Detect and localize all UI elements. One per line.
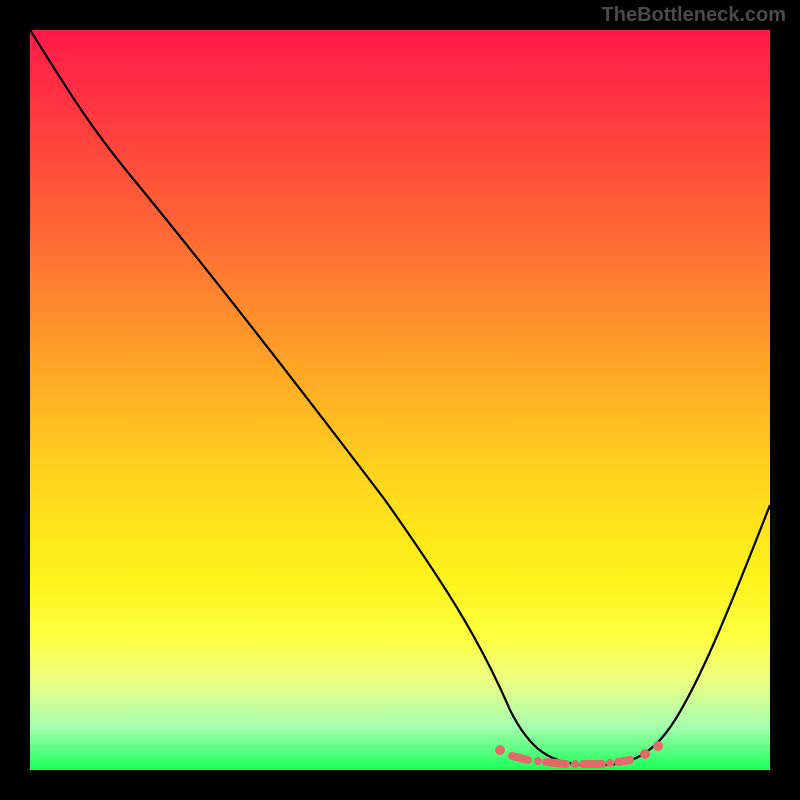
chart-svg [30, 30, 770, 770]
bottleneck-curve [30, 30, 770, 765]
plot-area [30, 30, 770, 770]
watermark-text: TheBottleneck.com [602, 4, 786, 27]
